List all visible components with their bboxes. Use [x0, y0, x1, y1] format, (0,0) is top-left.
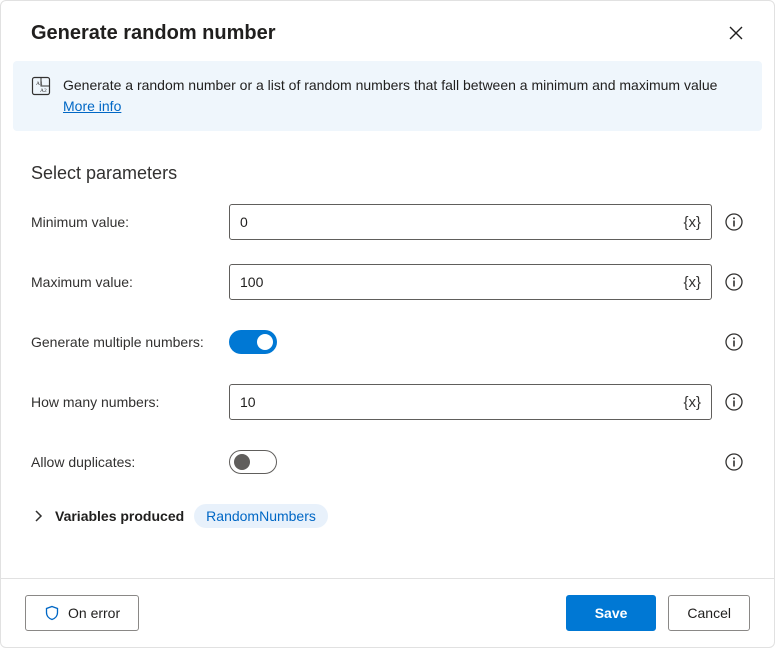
close-button[interactable] — [722, 19, 750, 47]
footer-right: Save Cancel — [566, 595, 750, 631]
allow-duplicates-toggle[interactable] — [229, 450, 277, 474]
info-button-maximum[interactable] — [724, 272, 744, 292]
dialog-header: Generate random number — [1, 1, 774, 61]
info-icon — [725, 393, 743, 411]
label-how-many: How many numbers: — [31, 394, 229, 410]
save-button[interactable]: Save — [566, 595, 657, 631]
insert-variable-button[interactable]: {x} — [673, 205, 711, 239]
row-how-many: How many numbers: {x} — [31, 384, 744, 420]
minimum-value-input[interactable] — [230, 205, 673, 239]
info-icon — [725, 333, 743, 351]
insert-variable-button[interactable]: {x} — [673, 265, 711, 299]
variable-icon: {x} — [683, 214, 701, 231]
on-error-button[interactable]: On error — [25, 595, 139, 631]
dialog-footer: On error Save Cancel — [1, 578, 774, 647]
info-icon — [725, 213, 743, 231]
info-icon — [725, 453, 743, 471]
maximum-value-input[interactable] — [230, 265, 673, 299]
info-button-duplicates[interactable] — [724, 452, 744, 472]
info-button-minimum[interactable] — [724, 212, 744, 232]
dialog-generate-random-number: Generate random number A1 A2 Generate a … — [0, 0, 775, 648]
row-minimum-value: Minimum value: {x} — [31, 204, 744, 240]
variables-produced-row: Variables produced RandomNumbers — [31, 504, 744, 528]
svg-text:A2: A2 — [40, 88, 47, 94]
banner-description: Generate a random number or a list of ra… — [63, 77, 717, 93]
info-button-multiple[interactable] — [724, 332, 744, 352]
generate-multiple-toggle[interactable] — [229, 330, 277, 354]
input-wrap-maximum: {x} — [229, 264, 712, 300]
shield-icon — [44, 605, 60, 621]
variable-pill-randomnumbers[interactable]: RandomNumbers — [194, 504, 328, 528]
info-button-count[interactable] — [724, 392, 744, 412]
toggle-knob — [257, 334, 273, 350]
info-icon — [725, 273, 743, 291]
label-allow-duplicates: Allow duplicates: — [31, 454, 229, 470]
label-maximum-value: Maximum value: — [31, 274, 229, 290]
dialog-title: Generate random number — [31, 22, 276, 45]
dialog-content: Select parameters Minimum value: {x} Max… — [1, 131, 774, 578]
cancel-button[interactable]: Cancel — [668, 595, 750, 631]
input-wrap-count: {x} — [229, 384, 712, 420]
label-minimum-value: Minimum value: — [31, 214, 229, 230]
info-banner: A1 A2 Generate a random number or a list… — [13, 61, 762, 131]
insert-variable-button[interactable]: {x} — [673, 385, 711, 419]
section-title: Select parameters — [31, 163, 744, 184]
chevron-right-icon — [33, 510, 43, 522]
label-generate-multiple: Generate multiple numbers: — [31, 334, 229, 350]
row-allow-duplicates: Allow duplicates: — [31, 444, 744, 480]
variable-icon: {x} — [683, 274, 701, 291]
variables-produced-label[interactable]: Variables produced — [55, 508, 184, 524]
action-icon: A1 A2 — [31, 76, 51, 96]
variables-expand-toggle[interactable] — [31, 510, 45, 522]
toggle-knob — [234, 454, 250, 470]
banner-text: Generate a random number or a list of ra… — [63, 75, 744, 117]
on-error-label: On error — [68, 605, 120, 621]
more-info-link[interactable]: More info — [63, 98, 121, 114]
input-wrap-minimum: {x} — [229, 204, 712, 240]
variable-icon: {x} — [683, 394, 701, 411]
close-icon — [729, 26, 743, 40]
row-generate-multiple: Generate multiple numbers: — [31, 324, 744, 360]
row-maximum-value: Maximum value: {x} — [31, 264, 744, 300]
how-many-input[interactable] — [230, 385, 673, 419]
